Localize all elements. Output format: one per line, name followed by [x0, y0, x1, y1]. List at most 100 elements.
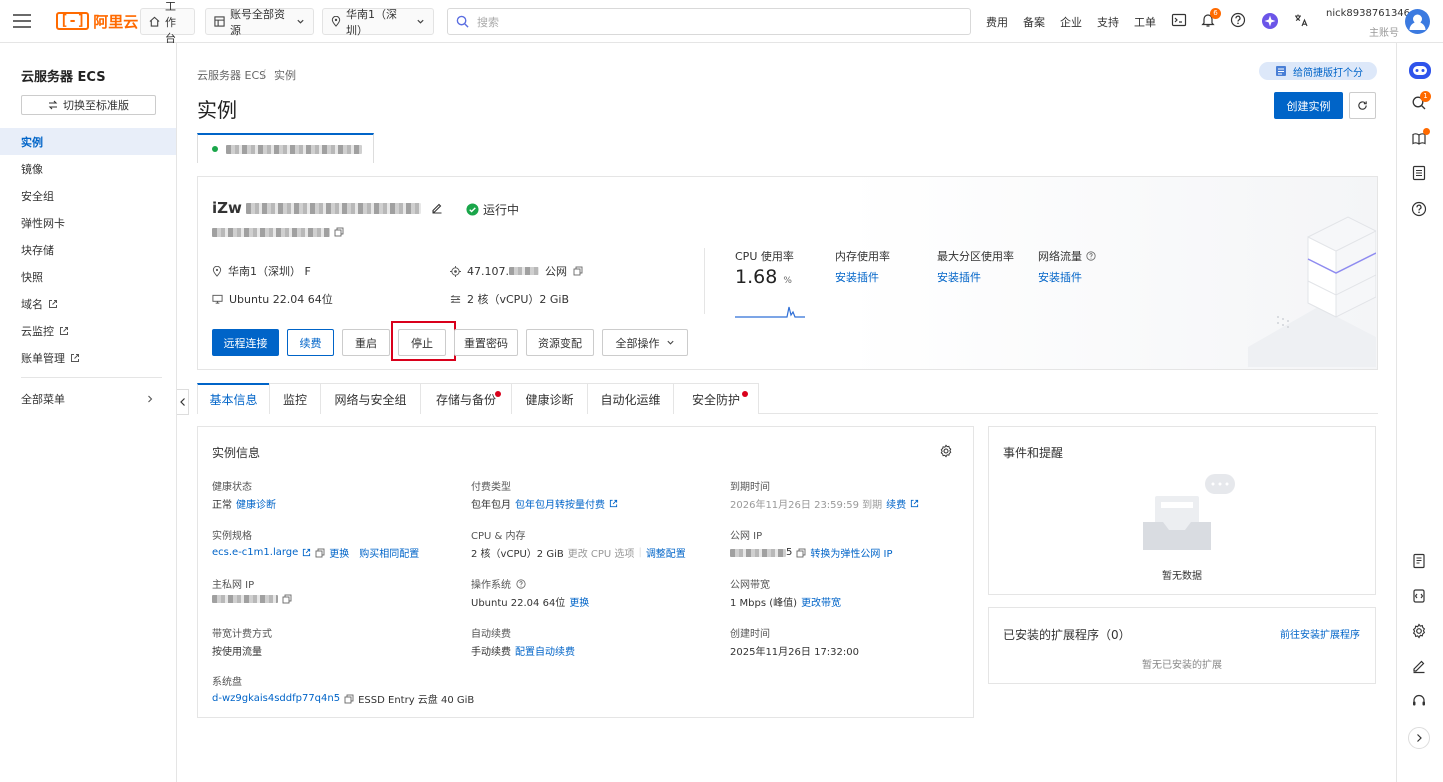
global-search[interactable]: 搜索: [447, 8, 971, 35]
instance-tab[interactable]: [197, 133, 374, 163]
convert-eip-link[interactable]: 转换为弹性公网 IP: [810, 545, 892, 560]
change-bandwidth-link[interactable]: 更改带宽: [801, 594, 841, 609]
sidebar-item-billing[interactable]: 账单管理: [0, 344, 176, 371]
empty-inbox-icon: [1141, 472, 1237, 562]
search-input[interactable]: 搜索: [477, 14, 499, 30]
sidebar-item-block-storage[interactable]: 块存储: [0, 236, 176, 263]
network-install-plugin-link[interactable]: 安装插件: [1038, 269, 1082, 285]
tab-network-security[interactable]: 网络与安全组: [320, 383, 421, 414]
book-icon[interactable]: [1411, 128, 1430, 149]
system-disk-id-link[interactable]: d-wz9gkais4sddfp77q4n5: [212, 693, 340, 704]
buy-same-config-link[interactable]: 购买相同配置: [359, 545, 419, 560]
create-instance-button[interactable]: 创建实例: [1274, 92, 1343, 119]
search-icon[interactable]: 1: [1411, 91, 1431, 113]
tab-health-diagnosis[interactable]: 健康诊断: [511, 383, 588, 414]
api-icon[interactable]: [1411, 588, 1429, 606]
disk-install-plugin-link[interactable]: 安装插件: [937, 269, 981, 285]
edit-name-icon[interactable]: [431, 202, 443, 214]
hamburger-menu-icon[interactable]: [12, 12, 32, 30]
nav-link-icp[interactable]: 备案: [1023, 14, 1045, 30]
convert-to-payg-link[interactable]: 包年包月转按量付费: [515, 496, 605, 511]
separator: |: [638, 547, 642, 558]
copy-icon[interactable]: [573, 266, 583, 276]
tab-monitoring[interactable]: 监控: [269, 383, 321, 414]
copy-icon[interactable]: [796, 548, 806, 558]
headset-icon[interactable]: [1411, 693, 1429, 711]
feedback-button[interactable]: 给简捷版打个分: [1259, 62, 1377, 80]
chevron-right-icon: [1415, 733, 1423, 743]
external-link-icon[interactable]: [609, 499, 618, 508]
avatar[interactable]: [1405, 9, 1430, 34]
region-select[interactable]: 华南1（深圳）: [322, 8, 434, 37]
renew-button[interactable]: 续费: [287, 329, 334, 356]
aliyun-logo[interactable]: [-] 阿里云: [56, 10, 138, 32]
reset-password-button[interactable]: 重置密码: [454, 329, 518, 356]
settings-gear-icon[interactable]: [939, 444, 953, 458]
sidebar-collapse-button[interactable]: [177, 389, 189, 415]
refresh-button[interactable]: [1349, 92, 1376, 119]
resize-button[interactable]: 资源变配: [526, 329, 594, 356]
switch-edition-button[interactable]: 切换至标准版: [21, 95, 156, 115]
sidebar-item-snapshots[interactable]: 快照: [0, 263, 176, 290]
notes-icon[interactable]: [1411, 553, 1429, 571]
sidebar-item-domains[interactable]: 域名: [0, 290, 176, 317]
breadcrumb-ecs[interactable]: 云服务器 ECS: [197, 67, 266, 83]
settings-gear-icon[interactable]: [1411, 623, 1429, 641]
edit-icon[interactable]: [1411, 658, 1429, 676]
expand-rail-button[interactable]: [1408, 727, 1430, 749]
copy-icon[interactable]: [282, 594, 292, 604]
remote-connect-button[interactable]: 远程连接: [212, 329, 279, 356]
sidebar-item-all-menu[interactable]: 全部菜单: [0, 385, 176, 412]
sidebar-item-label: 全部菜单: [21, 392, 65, 406]
switch-edition-label: 切换至标准版: [63, 99, 129, 112]
copy-icon[interactable]: [334, 227, 344, 237]
tab-basic-info[interactable]: 基本信息: [197, 383, 270, 414]
copy-icon[interactable]: [344, 694, 354, 704]
spec-type-link[interactable]: ecs.e-c1m1.large: [212, 547, 298, 558]
terminal-icon[interactable]: [1171, 12, 1189, 30]
sidebar-item-images[interactable]: 镜像: [0, 155, 176, 182]
assistant-robot-icon[interactable]: [1407, 58, 1433, 82]
sidebar-item-label: 弹性网卡: [21, 216, 65, 230]
change-os-link[interactable]: 更换: [569, 594, 589, 609]
help-icon[interactable]: [1411, 201, 1429, 219]
help-icon[interactable]: [1230, 12, 1248, 30]
help-icon[interactable]: [1086, 251, 1096, 261]
workbench-button[interactable]: 工作台: [140, 0, 195, 45]
ai-assistant-icon[interactable]: [1261, 12, 1279, 30]
restart-button[interactable]: 重启: [342, 329, 390, 356]
nav-link-ticket[interactable]: 工单: [1134, 14, 1156, 30]
nav-link-billing[interactable]: 费用: [986, 14, 1008, 30]
system-disk-value: d-wz9gkais4sddfp77q4n5 ESSD Entry 云盘 40 …: [212, 691, 474, 706]
help-icon[interactable]: [516, 578, 526, 589]
user-name[interactable]: nick8938761346: [1326, 8, 1410, 19]
sidebar-item-cloud-monitor[interactable]: 云监控: [0, 317, 176, 344]
nav-link-enterprise[interactable]: 企业: [1060, 14, 1082, 30]
adjust-config-link[interactable]: 调整配置: [646, 545, 686, 560]
redacted-instance-name: [226, 144, 362, 154]
sidebar-item-instances[interactable]: 实例: [0, 128, 176, 155]
sidebar-item-eni[interactable]: 弹性网卡: [0, 209, 176, 236]
os-label: 操作系统: [471, 576, 526, 591]
nav-link-support[interactable]: 支持: [1097, 14, 1119, 30]
copy-icon[interactable]: [315, 548, 325, 558]
document-list-icon[interactable]: [1411, 165, 1429, 183]
all-actions-dropdown[interactable]: 全部操作: [602, 329, 688, 356]
external-link-icon[interactable]: [302, 548, 311, 557]
memory-install-plugin-link[interactable]: 安装插件: [835, 269, 879, 285]
tab-automation[interactable]: 自动化运维: [587, 383, 674, 414]
notification-bell-icon[interactable]: 6: [1200, 8, 1221, 30]
tab-alert-dot: [495, 391, 501, 397]
sidebar-item-security-groups[interactable]: 安全组: [0, 182, 176, 209]
status-text: 运行中: [483, 203, 520, 217]
renew-link[interactable]: 续费: [886, 496, 906, 511]
tab-security-protection[interactable]: 安全防护: [673, 383, 759, 414]
language-icon[interactable]: [1293, 12, 1311, 30]
resource-scope-select[interactable]: 账号全部资源: [205, 8, 314, 37]
health-diagnosis-link[interactable]: 健康诊断: [236, 496, 276, 511]
configure-auto-renew-link[interactable]: 配置自动续费: [515, 643, 575, 658]
install-extensions-link[interactable]: 前往安装扩展程序: [1280, 626, 1360, 641]
tab-storage-backup[interactable]: 存储与备份: [420, 383, 512, 414]
external-link-icon[interactable]: [910, 499, 919, 508]
change-spec-link[interactable]: 更换: [329, 545, 349, 560]
